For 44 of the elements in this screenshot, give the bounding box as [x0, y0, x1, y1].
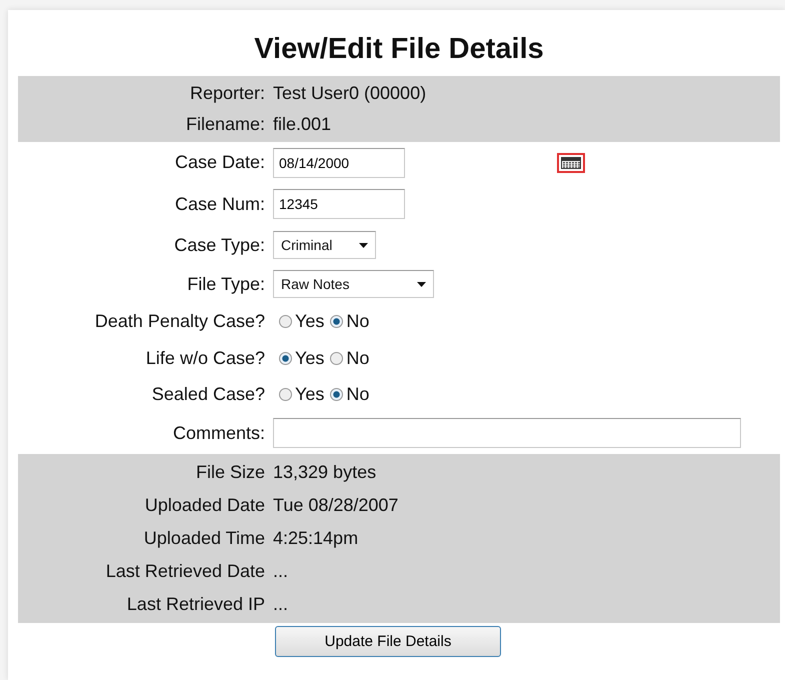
- field-label: Sealed Case?: [150, 384, 265, 404]
- radio-button[interactable]: [279, 315, 292, 328]
- update-button[interactable]: Update File Details: [275, 626, 501, 657]
- radio-label: Yes: [295, 384, 324, 404]
- info-value: ...: [273, 594, 290, 615]
- info-value: 4:25:14pm: [273, 528, 360, 549]
- dropdown[interactable]: Criminal: [273, 231, 376, 259]
- info-label: Uploaded Date: [144, 495, 265, 516]
- info-label: Last Retrieved IP: [126, 594, 265, 615]
- radio-label: No: [346, 311, 370, 332]
- caret-icon: [359, 242, 368, 248]
- calendar-icon[interactable]: [557, 152, 585, 172]
- info-value: file.001: [273, 114, 332, 135]
- field-label: Comments:: [172, 422, 265, 444]
- caret-icon: [417, 282, 426, 286]
- radio-label: Yes: [295, 348, 324, 368]
- info-label: Reporter:: [188, 83, 265, 104]
- radio-button[interactable]: [330, 352, 344, 364]
- text-field[interactable]: 12345: [273, 189, 405, 219]
- field-label: Case Num:: [174, 194, 265, 214]
- info-label: Uploaded Time: [142, 528, 265, 549]
- comments-field[interactable]: [273, 418, 741, 448]
- field-label: Case Type:: [173, 234, 265, 256]
- info-value: Tue 08/28/2007: [273, 495, 400, 516]
- radio-button[interactable]: [330, 388, 344, 400]
- radio-label: Yes: [295, 311, 324, 332]
- info-label: File Size: [194, 462, 265, 483]
- info-label: Last Retrieved Date: [104, 561, 265, 582]
- radio-button[interactable]: [279, 388, 292, 400]
- date-field[interactable]: 08/14/2000: [273, 148, 405, 178]
- info-label: Filename:: [184, 114, 265, 135]
- field-label: Life w/o Case?: [144, 348, 265, 368]
- radio-button[interactable]: [330, 315, 344, 328]
- radio-label: No: [346, 348, 370, 368]
- field-label: Death Penalty Case?: [94, 311, 265, 332]
- info-value: ...: [273, 561, 290, 582]
- page-title: View/Edit File Details: [253, 32, 545, 66]
- field-label: Case Date:: [174, 152, 265, 173]
- dropdown[interactable]: Raw Notes: [273, 270, 434, 298]
- radio-label: No: [346, 384, 370, 404]
- radio-button[interactable]: [279, 352, 292, 364]
- info-value: 13,329 bytes: [273, 462, 378, 483]
- field-label: File Type:: [186, 274, 265, 294]
- info-value: Test User0 (00000): [273, 83, 428, 104]
